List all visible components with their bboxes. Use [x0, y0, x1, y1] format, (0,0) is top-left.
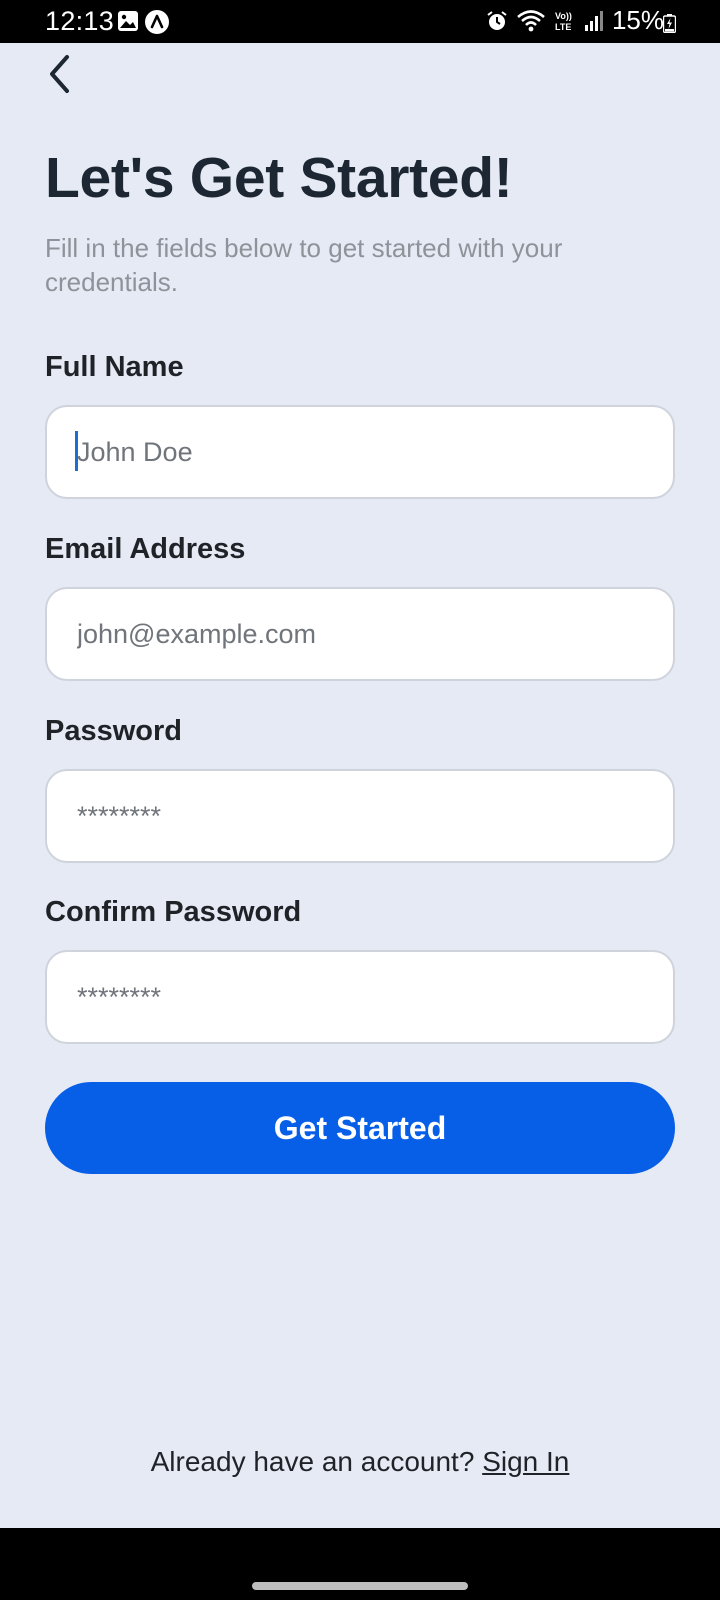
svg-text:LTE: LTE	[555, 22, 571, 32]
email-input[interactable]	[45, 587, 675, 681]
signin-prompt-text: Already have an account?	[150, 1446, 483, 1477]
signin-prompt: Already have an account? Sign In	[0, 1446, 720, 1478]
wifi-icon	[517, 9, 545, 31]
confirm-password-input[interactable]	[45, 950, 675, 1044]
email-label: Email Address	[45, 533, 246, 565]
sign-in-link[interactable]: Sign In	[482, 1446, 569, 1477]
page-subtitle: Fill in the fields below to get started …	[45, 233, 563, 297]
system-icons: Vo)) LTE 15%	[486, 5, 664, 36]
screen: 12:13 Vo)) LTE 15% Let's Get Started! Fi…	[0, 0, 720, 1600]
back-button[interactable]	[38, 51, 82, 97]
home-gesture-handle[interactable]	[252, 1582, 468, 1590]
chevron-left-icon	[50, 55, 69, 93]
page-title: Let's Get Started!	[45, 146, 513, 210]
gallery-icon	[118, 11, 138, 31]
notification-icons	[117, 10, 169, 34]
status-bar: 12:13 Vo)) LTE 15%	[0, 0, 720, 43]
volte-icon: Vo)) LTE	[555, 11, 572, 32]
confirm-password-label: Confirm Password	[45, 896, 302, 928]
full-name-label: Full Name	[45, 351, 184, 383]
battery-icon	[663, 14, 676, 33]
get-started-button[interactable]: Get Started	[45, 1082, 675, 1174]
signup-screen: Let's Get Started! Fill in the fields be…	[0, 43, 720, 1528]
password-input[interactable]	[45, 769, 675, 863]
alarm-icon	[487, 10, 507, 30]
full-name-input[interactable]	[45, 405, 675, 499]
password-label: Password	[45, 715, 182, 747]
text-cursor	[75, 431, 78, 471]
svg-text:Vo)): Vo))	[555, 11, 572, 21]
battery-percent: 15%	[611, 5, 664, 35]
status-time: 12:13	[45, 6, 115, 36]
a-icon	[145, 10, 169, 34]
signal-icon	[584, 10, 603, 31]
navigation-bar	[0, 1528, 720, 1600]
